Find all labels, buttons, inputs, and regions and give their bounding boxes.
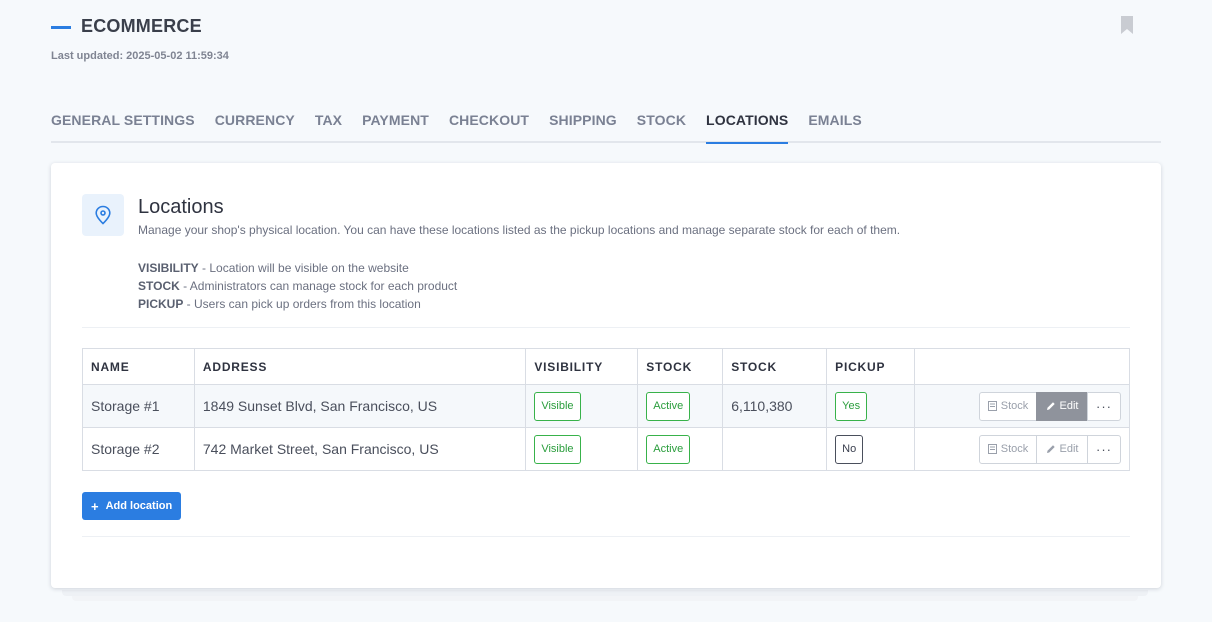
legend: VISIBILITY - Location will be visible on… [138, 259, 457, 313]
cell-visibility: Visible [525, 384, 639, 428]
pickup-badge: No [835, 434, 864, 464]
cell-pickup: Yes [826, 384, 916, 428]
title-row: ECOMMERCE [51, 16, 229, 37]
column-header-pickup: PICKUP [826, 348, 916, 385]
stock-button[interactable]: Stock [979, 391, 1037, 421]
pencil-icon [1046, 402, 1055, 410]
edit-button-label: Edit [1059, 443, 1079, 455]
last-updated: Last updated: 2025-05-02 11:59:34 [51, 50, 229, 62]
legend-text: - Users can pick up orders from this loc… [183, 297, 421, 311]
table-row[interactable]: Storage #1 1849 Sunset Blvd, San Francis… [82, 384, 1130, 428]
tab-checkout[interactable]: CHECKOUT [449, 111, 529, 143]
cell-stock-count [722, 427, 828, 471]
column-header-actions [914, 348, 1130, 385]
cell-name: Storage #1 [82, 384, 195, 428]
legend-term: STOCK [138, 279, 180, 293]
tab-general-settings[interactable]: GENERAL SETTINGS [51, 111, 195, 143]
stock-button-label: Stock [1000, 443, 1029, 455]
table-header-row: NAME ADDRESS VISIBILITY STOCK STOCK PICK… [82, 348, 1130, 385]
section-description: Manage your shop's physical location. Yo… [138, 223, 901, 237]
map-pin-icon [95, 205, 111, 225]
tab-locations[interactable]: LOCATIONS [706, 111, 789, 144]
legend-item: VISIBILITY - Location will be visible on… [138, 259, 457, 277]
locations-table: NAME ADDRESS VISIBILITY STOCK STOCK PICK… [82, 348, 1130, 471]
stock-status-badge: Active [646, 391, 691, 421]
tab-stock[interactable]: STOCK [637, 111, 686, 143]
bookmark-icon[interactable] [1120, 16, 1134, 34]
stock-button-label: Stock [1000, 400, 1029, 412]
cell-actions: Stock Edit ··· [914, 427, 1130, 471]
column-header-stock-status: STOCK [637, 348, 724, 385]
add-location-label: Add location [105, 500, 173, 512]
pickup-badge: Yes [835, 391, 868, 421]
cell-address: 742 Market Street, San Francisco, US [193, 427, 527, 471]
cell-stock-count: 6,110,380 [722, 384, 828, 428]
legend-text: - Location will be visible on the websit… [198, 261, 409, 275]
page-title: ECOMMERCE [81, 16, 202, 36]
edit-button[interactable]: Edit [1036, 434, 1088, 464]
cell-pickup: No [826, 427, 916, 471]
table-row[interactable]: Storage #2 742 Market Street, San Franci… [82, 427, 1130, 471]
cell-name: Storage #2 [82, 427, 195, 471]
legend-text: - Administrators can manage stock for ea… [179, 279, 458, 293]
stock-button[interactable]: Stock [979, 434, 1037, 464]
column-header-stock-count: STOCK [722, 348, 828, 385]
tab-tax[interactable]: TAX [315, 111, 342, 143]
document-icon [987, 444, 997, 454]
column-header-visibility: VISIBILITY [525, 348, 639, 385]
tab-currency[interactable]: CURRENCY [215, 111, 295, 143]
edit-button-label: Edit [1059, 400, 1079, 412]
edit-button[interactable]: Edit [1036, 391, 1088, 421]
document-icon [987, 401, 997, 411]
card-stack-shadow [62, 590, 1148, 596]
divider [82, 327, 1130, 328]
row-actions: Stock Edit ··· [923, 391, 1121, 421]
divider [82, 536, 1130, 537]
tab-payment[interactable]: PAYMENT [362, 111, 429, 143]
section-title: Locations [138, 196, 224, 218]
settings-tabs: GENERAL SETTINGS CURRENCY TAX PAYMENT CH… [51, 111, 1161, 144]
legend-item: STOCK - Administrators can manage stock … [138, 277, 457, 295]
pencil-icon [1046, 445, 1055, 453]
legend-term: VISIBILITY [138, 261, 199, 275]
title-accent-dash [51, 26, 71, 29]
column-header-name: NAME [82, 348, 195, 385]
row-actions: Stock Edit ··· [923, 434, 1121, 464]
tab-shipping[interactable]: SHIPPING [549, 111, 617, 143]
more-options-button[interactable]: ··· [1087, 434, 1121, 464]
locations-card: Locations Manage your shop's physical lo… [51, 163, 1161, 588]
visibility-badge: Visible [534, 434, 581, 464]
cell-stock-status: Active [637, 384, 724, 428]
column-header-address: ADDRESS [193, 348, 527, 385]
cell-address: 1849 Sunset Blvd, San Francisco, US [193, 384, 527, 428]
cell-actions: Stock Edit ··· [914, 384, 1130, 428]
page-header: ECOMMERCE Last updated: 2025-05-02 11:59… [51, 16, 229, 62]
cell-visibility: Visible [525, 427, 639, 471]
plus-icon: + [91, 498, 99, 514]
legend-term: PICKUP [138, 297, 184, 311]
stock-status-badge: Active [646, 434, 691, 464]
visibility-badge: Visible [534, 391, 581, 421]
legend-item: PICKUP - Users can pick up orders from t… [138, 295, 457, 313]
card-stack-shadow [72, 596, 1138, 601]
more-options-button[interactable]: ··· [1087, 391, 1121, 421]
cell-stock-status: Active [637, 427, 724, 471]
tab-emails[interactable]: EMAILS [808, 111, 862, 143]
add-location-button[interactable]: + Add location [82, 492, 182, 520]
location-icon-box [82, 194, 124, 236]
